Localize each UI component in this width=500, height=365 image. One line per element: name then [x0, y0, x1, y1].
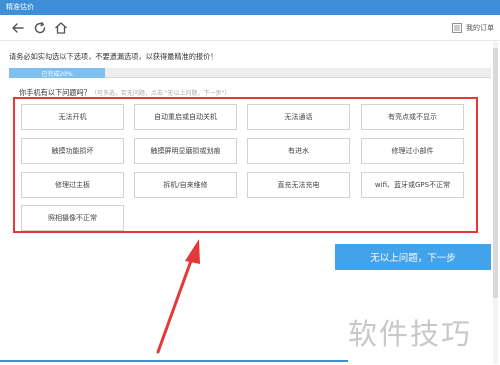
watermark-text: 软件技巧	[348, 317, 473, 351]
scrollbar-thumb[interactable]	[493, 48, 498, 298]
bottom-accent-line	[0, 360, 348, 362]
vertical-scrollbar[interactable]	[493, 42, 498, 364]
